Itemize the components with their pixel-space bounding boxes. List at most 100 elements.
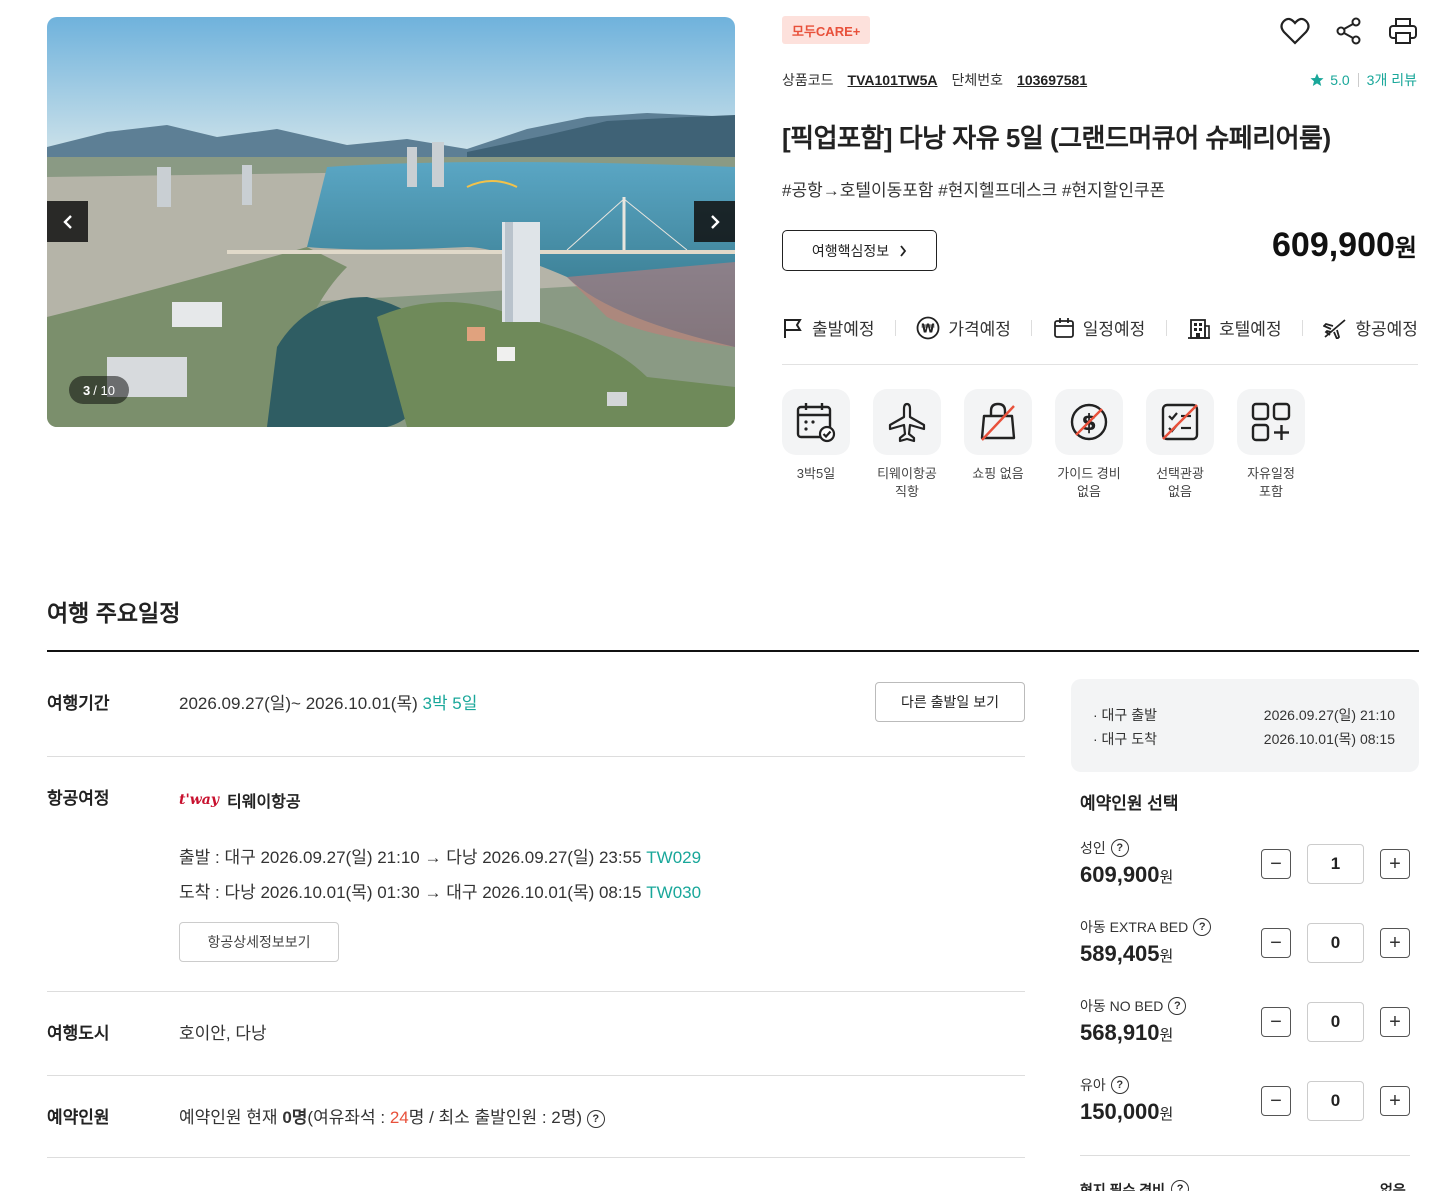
- pax-row-child-no-bed: 아동 NO BED? 568,910원 − 0 +: [1080, 996, 1410, 1056]
- print-button[interactable]: [1386, 14, 1420, 48]
- minus-button[interactable]: −: [1261, 1007, 1291, 1037]
- feature-icon-box: [1146, 389, 1214, 455]
- quantity-input[interactable]: 0: [1307, 923, 1364, 963]
- product-code[interactable]: TVA101TW5A: [848, 72, 938, 88]
- core-info-button[interactable]: 여행핵심정보: [782, 230, 937, 271]
- plus-button[interactable]: +: [1380, 849, 1410, 879]
- departure-summary: · 대구 출발 2026.09.27(일) 21:10 · 대구 도착 2026…: [1071, 679, 1419, 772]
- product-price-unit: 원: [1394, 235, 1417, 262]
- quantity-input[interactable]: 0: [1307, 1081, 1364, 1121]
- plus-button[interactable]: +: [1380, 1007, 1410, 1037]
- arrival-flight-no: TW030: [646, 883, 702, 902]
- help-icon[interactable]: ?: [1171, 1180, 1190, 1191]
- plane-icon: [1323, 318, 1346, 339]
- feature-icon-box: [782, 389, 850, 455]
- tab-hotel[interactable]: 호텔예정: [1187, 315, 1282, 340]
- pax-name-wrap: 아동 NO BED?: [1080, 996, 1187, 1016]
- tab-flight[interactable]: 항공예정: [1323, 315, 1418, 340]
- feature-label: 티웨이항공 직항: [877, 466, 937, 499]
- help-icon[interactable]: ?: [1193, 918, 1212, 936]
- chevron-right-icon: [710, 214, 720, 229]
- group-number-label: 단체번호: [951, 72, 1004, 88]
- gallery-prev-button[interactable]: [47, 201, 88, 242]
- pax-price-unit: 원: [1159, 1106, 1174, 1123]
- feature-icon-box: $: [1055, 389, 1123, 455]
- airline-logo: t'way: [179, 792, 220, 808]
- local-fee-value: 없음: [1380, 1182, 1406, 1191]
- pax-price: 609,900원: [1080, 862, 1173, 888]
- rating[interactable]: 5.0 3개 리뷰: [1310, 70, 1417, 90]
- feature-icon-box: [873, 389, 941, 455]
- help-icon[interactable]: ?: [1168, 997, 1187, 1015]
- gallery-total: / 10: [93, 382, 115, 398]
- no-guide-fee-icon: $: [1070, 403, 1108, 441]
- rating-score: 5.0: [1330, 72, 1350, 88]
- chevron-left-icon: [62, 214, 72, 229]
- flight-label: 항공여정: [47, 789, 110, 808]
- chevron-right-icon: [900, 244, 907, 257]
- feature-item: 쇼핑 없음: [964, 389, 1032, 501]
- airline-name: 티웨이항공: [227, 794, 301, 811]
- minus-button[interactable]: −: [1261, 849, 1291, 879]
- minus-button[interactable]: −: [1261, 928, 1291, 958]
- star-icon: [1310, 73, 1324, 86]
- quantity-stepper: − 1 +: [1261, 844, 1410, 884]
- quantity-input[interactable]: 1: [1307, 844, 1364, 884]
- flight-detail-button[interactable]: 항공상세정보보기: [179, 922, 339, 962]
- pax-price-value: 568,910: [1080, 1020, 1160, 1045]
- help-icon[interactable]: ?: [1110, 839, 1129, 857]
- tab-price[interactable]: ₩ 가격예정: [916, 315, 1011, 340]
- share-button[interactable]: [1332, 14, 1366, 48]
- tab-schedule[interactable]: 일정예정: [1053, 315, 1145, 340]
- dep-label: · 대구 출발: [1093, 707, 1157, 723]
- feature-list: 3박5일 티웨이항공 직항 쇼핑 없음 $ 가이드 경비 없음 선택관광 없음 …: [782, 389, 1305, 501]
- pax-price: 589,405원: [1080, 941, 1173, 967]
- quantity-stepper: − 0 +: [1261, 923, 1410, 963]
- dep-time: 2026.09.27(일) 21:10: [1263, 707, 1395, 723]
- feature-label: 3박5일: [796, 466, 836, 481]
- airplane-icon: [888, 402, 926, 443]
- tab-divider: [1031, 319, 1033, 336]
- pax-price-value: 609,900: [1080, 862, 1160, 887]
- arrival-detail: 도착 : 다낭 2026.10.01(목) 01:30 → 대구 2026.10…: [179, 883, 642, 902]
- booking-current: 0명: [282, 1108, 308, 1127]
- help-icon[interactable]: ?: [1110, 1076, 1129, 1094]
- tab-departure[interactable]: 출발예정: [782, 315, 875, 340]
- pax-name-wrap: 유아?: [1080, 1075, 1129, 1095]
- airline: t'way 티웨이항공: [179, 788, 301, 812]
- schedule-tabs-divider: [782, 364, 1418, 365]
- help-icon[interactable]: ?: [586, 1109, 605, 1128]
- wishlist-button[interactable]: [1278, 14, 1312, 48]
- product-price: 609,900원: [1272, 226, 1417, 265]
- gallery-current: 3: [83, 382, 91, 398]
- plus-button[interactable]: +: [1380, 928, 1410, 958]
- tab-divider: [1165, 319, 1167, 336]
- pax-name: 유아: [1080, 1077, 1106, 1093]
- departure-flight-no: TW029: [646, 848, 702, 867]
- plus-button[interactable]: +: [1380, 1086, 1410, 1116]
- feature-item: 티웨이항공 직항: [873, 389, 941, 501]
- itinerary-rule: [47, 650, 1419, 652]
- row-divider: [47, 1075, 1025, 1076]
- other-dates-button[interactable]: 다른 출발일 보기: [875, 682, 1025, 722]
- quantity-input[interactable]: 0: [1307, 1002, 1364, 1042]
- core-info-label: 여행핵심정보: [811, 242, 890, 259]
- no-optional-tour-icon: [1161, 403, 1199, 441]
- minus-button[interactable]: −: [1261, 1086, 1291, 1116]
- tab-flight-label: 항공예정: [1355, 320, 1418, 339]
- pax-title: 예약인원 선택: [1080, 794, 1179, 813]
- pax-price: 150,000원: [1080, 1099, 1173, 1125]
- booking-value: 예약인원 현재 0명(여유좌석 : 24명 / 최소 출발인원 : 2명) ?: [179, 1103, 605, 1128]
- pax-price-unit: 원: [1159, 869, 1174, 886]
- row-divider: [47, 756, 1025, 757]
- group-number[interactable]: 103697581: [1017, 72, 1087, 88]
- feature-label: 가이드 경비 없음: [1057, 466, 1121, 499]
- feature-label: 자유일정 포함: [1247, 466, 1295, 499]
- free-schedule-icon: [1251, 402, 1291, 442]
- arr-label: · 대구 도착: [1093, 731, 1157, 747]
- gallery-next-button[interactable]: [694, 201, 735, 242]
- da-nang-city-photo: [47, 17, 735, 427]
- pax-price: 568,910원: [1080, 1020, 1173, 1046]
- won-icon: ₩: [916, 316, 940, 339]
- printer-icon: [1389, 18, 1417, 44]
